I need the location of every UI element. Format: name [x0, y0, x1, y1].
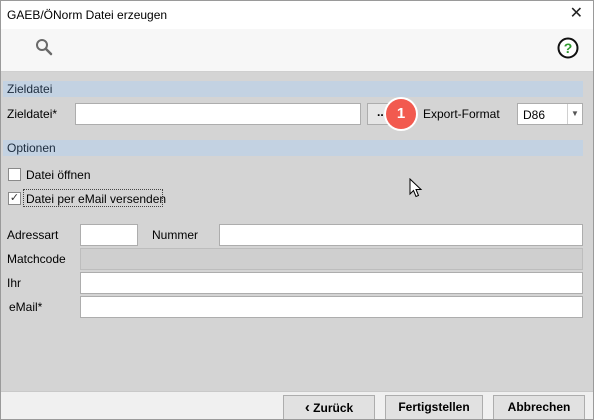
- send-email-label[interactable]: Datei per eMail versenden: [26, 192, 166, 206]
- nummer-label: Nummer: [152, 228, 199, 242]
- footer-bar: ‹ Zurück Fertigstellen Abbrechen: [1, 391, 593, 419]
- back-button-label: Zurück: [313, 401, 354, 415]
- ihr-label: Ihr: [7, 276, 22, 290]
- zieldatei-label: Zieldatei*: [7, 107, 58, 121]
- section-header-zieldatei: Zieldatei: [3, 81, 583, 97]
- search-icon[interactable]: [35, 38, 53, 56]
- nummer-input[interactable]: [219, 224, 583, 246]
- dialog-window: GAEB/ÖNorm Datei erzeugen ✕ ? Zieldatei …: [0, 0, 594, 420]
- help-icon[interactable]: ?: [557, 37, 579, 59]
- cancel-button[interactable]: Abbrechen: [493, 395, 585, 419]
- mouse-cursor-icon: [409, 178, 423, 198]
- back-arrow-icon: ‹: [304, 399, 310, 416]
- toolbar: ?: [1, 29, 593, 72]
- open-file-checkbox[interactable]: [8, 168, 21, 181]
- open-file-label[interactable]: Datei öffnen: [26, 168, 91, 182]
- matchcode-input: [80, 248, 583, 270]
- step-badge: 1: [386, 99, 416, 129]
- ihr-input[interactable]: [80, 272, 583, 294]
- send-email-checkbox[interactable]: ✓: [8, 192, 21, 205]
- email-label: eMail*: [9, 300, 43, 314]
- export-format-value: D86: [523, 108, 546, 122]
- export-format-select[interactable]: D86 ▼: [517, 103, 583, 125]
- section-header-optionen: Optionen: [3, 140, 583, 156]
- help-icon-glyph: ?: [564, 40, 573, 56]
- close-icon[interactable]: ✕: [570, 5, 583, 23]
- adressart-label: Adressart: [7, 228, 59, 242]
- title-bar: GAEB/ÖNorm Datei erzeugen ✕: [1, 1, 593, 29]
- window-title: GAEB/ÖNorm Datei erzeugen: [7, 8, 168, 22]
- back-button[interactable]: ‹ Zurück: [283, 395, 375, 419]
- export-format-label: Export-Format: [423, 107, 500, 121]
- finish-button[interactable]: Fertigstellen: [385, 395, 483, 419]
- zieldatei-input[interactable]: [75, 103, 361, 125]
- dialog-content: Zieldatei Zieldatei* ... Export-Format D…: [1, 72, 593, 391]
- chevron-down-icon[interactable]: ▼: [567, 104, 582, 124]
- email-input[interactable]: [80, 296, 583, 318]
- matchcode-label: Matchcode: [7, 252, 66, 266]
- adressart-input[interactable]: [80, 224, 138, 246]
